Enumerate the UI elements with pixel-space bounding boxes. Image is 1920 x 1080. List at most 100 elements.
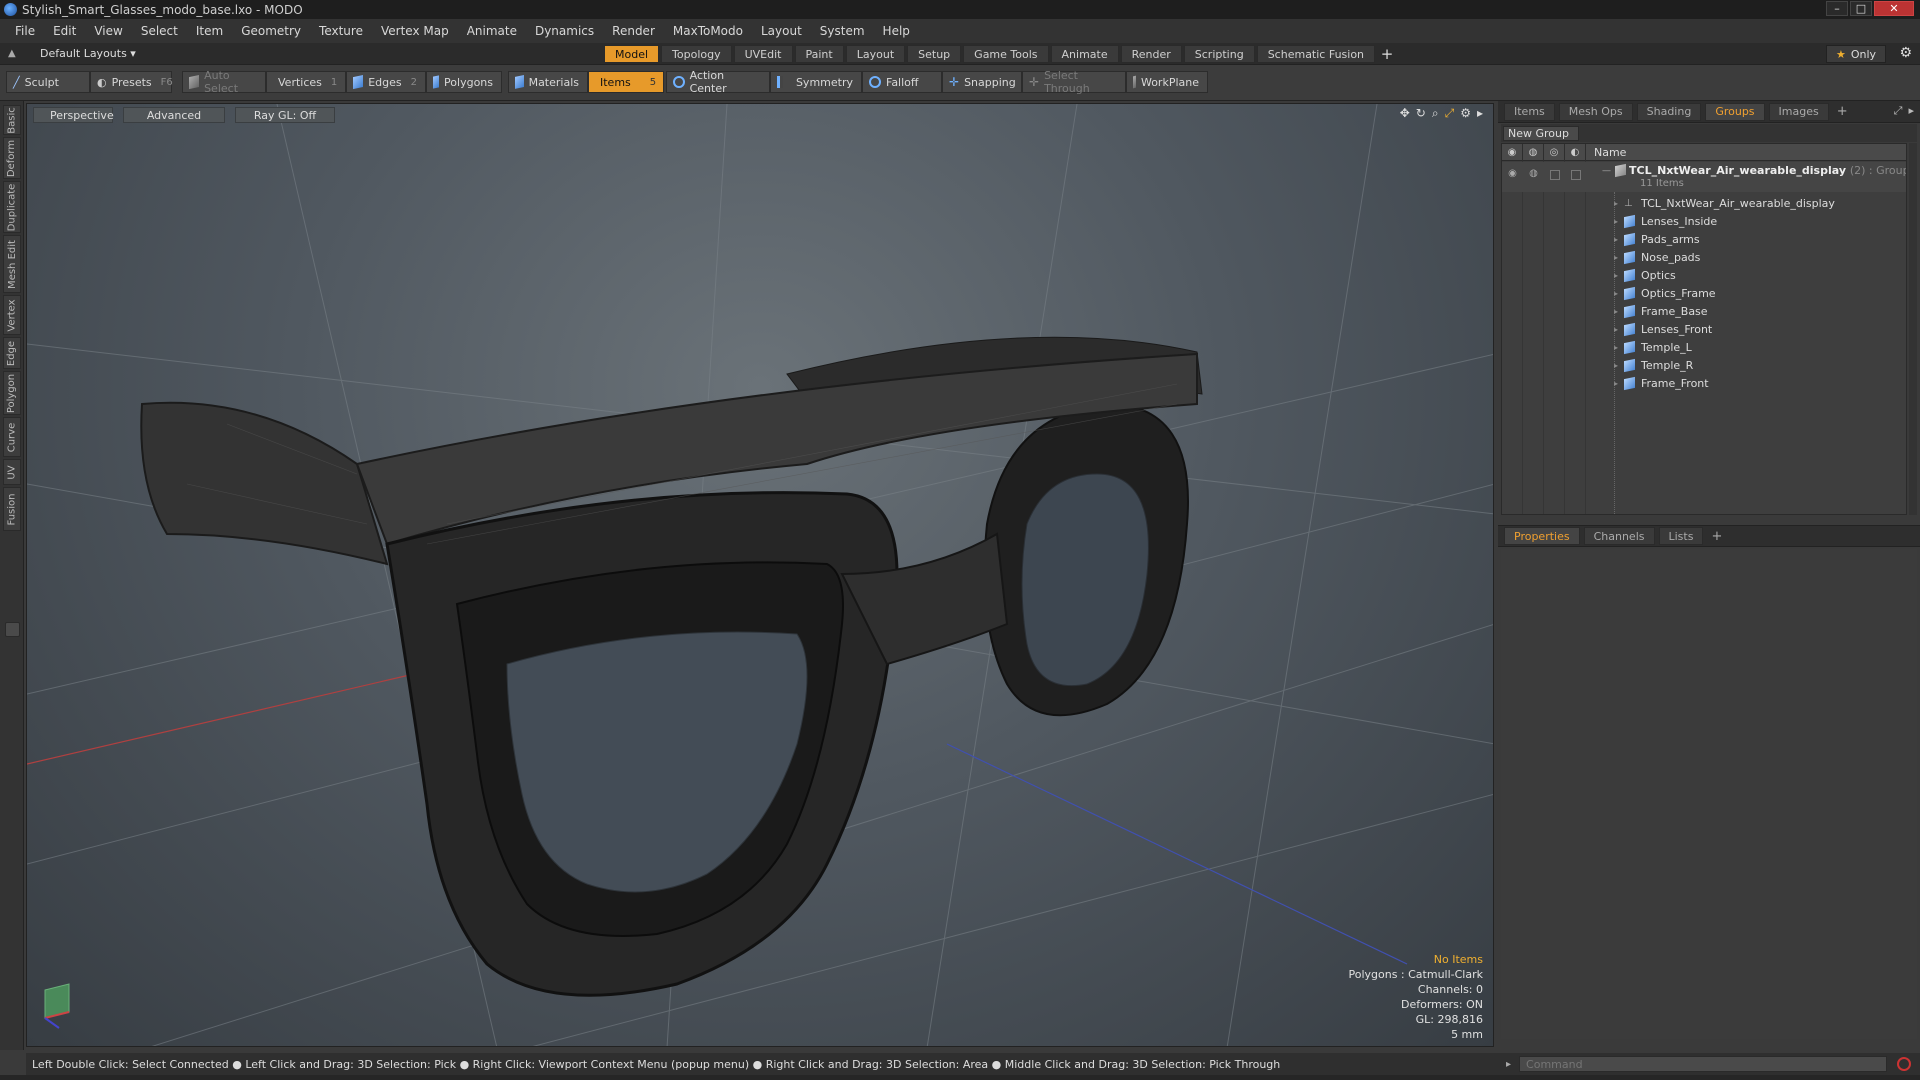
- tree-item[interactable]: ▸ Lenses_Inside: [1502, 212, 1906, 230]
- lock-column-icon[interactable]: ◎: [1544, 144, 1565, 161]
- rotate-icon[interactable]: ↻: [1416, 106, 1426, 121]
- expand-arrow-icon[interactable]: ▸: [1614, 307, 1618, 316]
- vtab-deform[interactable]: Deform: [3, 137, 21, 179]
- only-button[interactable]: ★ Only: [1826, 45, 1886, 63]
- menu-texture[interactable]: Texture: [310, 24, 372, 38]
- menu-animate[interactable]: Animate: [458, 24, 526, 38]
- sculpt-button[interactable]: ╱ Sculpt: [6, 71, 90, 93]
- vertices-button[interactable]: Vertices 1: [266, 71, 346, 93]
- menu-layout[interactable]: Layout: [752, 24, 811, 38]
- panel-tab-shading[interactable]: Shading: [1636, 102, 1702, 121]
- expand-arrow-icon[interactable]: ▸: [1614, 253, 1618, 262]
- new-group-button[interactable]: New Group: [1503, 125, 1579, 141]
- tab-setup[interactable]: Setup: [907, 45, 962, 63]
- panel-menu-icon[interactable]: ▸: [1908, 104, 1914, 118]
- menu-file[interactable]: File: [6, 24, 44, 38]
- gear-icon[interactable]: ⚙: [1899, 45, 1912, 61]
- vtab-polygon[interactable]: Polygon: [3, 371, 21, 415]
- vtab-uv[interactable]: UV: [3, 459, 21, 485]
- group-row[interactable]: ◉ ◍ — TCL_NxtWear_Air_wearable_display (…: [1502, 162, 1906, 192]
- menu-vertex-map[interactable]: Vertex Map: [372, 24, 458, 38]
- panel-tab-items[interactable]: Items: [1504, 102, 1555, 121]
- vtab-vertex[interactable]: Vertex: [3, 295, 21, 335]
- add-panel-tab-button[interactable]: +: [1833, 104, 1852, 119]
- prop-tab-properties[interactable]: Properties: [1504, 527, 1580, 545]
- menu-maxtomodo[interactable]: MaxToModo: [664, 24, 752, 38]
- menu-help[interactable]: Help: [874, 24, 919, 38]
- view-type-dropdown[interactable]: Perspective: [33, 107, 114, 123]
- maximize-button[interactable]: □: [1850, 1, 1872, 16]
- tree-item[interactable]: ▸ Frame_Front: [1502, 374, 1906, 392]
- tree-item[interactable]: ▸ Optics: [1502, 266, 1906, 284]
- menu-select[interactable]: Select: [132, 24, 187, 38]
- vtab-duplicate[interactable]: Duplicate: [3, 181, 21, 233]
- add-prop-tab-button[interactable]: +: [1707, 529, 1726, 544]
- vtab-basic[interactable]: Basic: [3, 105, 21, 135]
- vtab-edge[interactable]: Edge: [3, 337, 21, 369]
- fit-icon[interactable]: ⤢: [1445, 106, 1455, 121]
- expand-arrow-icon[interactable]: ▸: [1614, 379, 1618, 388]
- layout-collapse-icon[interactable]: ▲: [8, 48, 22, 59]
- layouts-dropdown[interactable]: Default Layouts ▾: [40, 47, 136, 60]
- polygons-button[interactable]: Polygons: [426, 71, 502, 93]
- expand-arrow-icon[interactable]: ▸: [1614, 325, 1618, 334]
- tab-paint[interactable]: Paint: [794, 45, 844, 63]
- tab-schematic-fusion[interactable]: Schematic Fusion: [1256, 45, 1376, 63]
- tree-item[interactable]: ▸ Nose_pads: [1502, 248, 1906, 266]
- menu-render[interactable]: Render: [603, 24, 664, 38]
- zoom-icon[interactable]: ⌕: [1432, 106, 1439, 121]
- symmetry-button[interactable]: Symmetry: [770, 71, 862, 93]
- tab-game-tools[interactable]: Game Tools: [963, 45, 1049, 63]
- panel-tab-images[interactable]: Images: [1768, 102, 1829, 121]
- raygl-toggle[interactable]: Ray GL: Off: [235, 107, 335, 123]
- select-toggle[interactable]: [1565, 168, 1586, 180]
- render-icon[interactable]: ◍: [1523, 168, 1544, 180]
- vtab-curve[interactable]: Curve: [3, 417, 21, 457]
- workplane-button[interactable]: WorkPlane: [1126, 71, 1208, 93]
- tree-item[interactable]: ▸ ⊥ TCL_NxtWear_Air_wearable_display: [1502, 194, 1906, 212]
- expand-arrow-icon[interactable]: ▸: [1614, 361, 1618, 370]
- select-through-button[interactable]: ✛ Select Through: [1022, 69, 1126, 95]
- presets-button[interactable]: ◐ Presets F6: [90, 71, 173, 93]
- falloff-button[interactable]: Falloff: [862, 71, 942, 93]
- tab-scripting[interactable]: Scripting: [1183, 45, 1255, 63]
- panel-tab-groups[interactable]: Groups: [1705, 102, 1765, 121]
- viewport-settings-icon[interactable]: ⚙: [1460, 106, 1471, 121]
- expand-arrow-icon[interactable]: ▸: [1614, 199, 1618, 208]
- select-checkbox[interactable]: [1570, 170, 1581, 180]
- materials-button[interactable]: Materials: [508, 71, 588, 93]
- items-button[interactable]: Items 5: [588, 71, 664, 93]
- viewport-menu-icon[interactable]: ▸: [1477, 106, 1483, 121]
- collapse-icon[interactable]: —: [1602, 166, 1611, 176]
- expand-arrow-icon[interactable]: ▸: [1614, 217, 1618, 226]
- 3d-viewport[interactable]: Perspective Advanced Ray GL: Off ✥ ↻ ⌕ ⤢…: [26, 103, 1494, 1047]
- edges-button[interactable]: Edges 2: [346, 71, 426, 93]
- tree-item[interactable]: ▸ Frame_Base: [1502, 302, 1906, 320]
- select-column-icon[interactable]: ◐: [1565, 144, 1586, 161]
- lock-toggle[interactable]: [1544, 168, 1565, 180]
- tab-render[interactable]: Render: [1120, 45, 1182, 63]
- menu-item[interactable]: Item: [187, 24, 232, 38]
- snapping-button[interactable]: ✛ Snapping: [942, 71, 1022, 93]
- menu-edit[interactable]: Edit: [44, 24, 85, 38]
- expand-arrow-icon[interactable]: ▸: [1614, 235, 1618, 244]
- command-input[interactable]: [1519, 1056, 1888, 1072]
- expand-arrow-icon[interactable]: ▸: [1614, 343, 1618, 352]
- tree-scrollbar[interactable]: [1909, 143, 1917, 515]
- shading-dropdown[interactable]: Advanced: [123, 107, 225, 123]
- stop-icon[interactable]: [1897, 1057, 1912, 1071]
- tree-item[interactable]: ▸ Pads_arms: [1502, 230, 1906, 248]
- tree-item[interactable]: ▸ Optics_Frame: [1502, 284, 1906, 302]
- action-center-button[interactable]: Action Center: [666, 69, 770, 95]
- tab-animate[interactable]: Animate: [1050, 45, 1119, 63]
- auto-select-button[interactable]: Auto Select: [182, 69, 266, 95]
- menu-dynamics[interactable]: Dynamics: [526, 24, 603, 38]
- vtab-mesh-edit[interactable]: Mesh Edit: [3, 235, 21, 293]
- visibility-column-icon[interactable]: ◉: [1502, 144, 1523, 161]
- prop-tab-lists[interactable]: Lists: [1658, 527, 1704, 545]
- menu-view[interactable]: View: [85, 24, 131, 38]
- prop-tab-channels[interactable]: Channels: [1583, 527, 1655, 545]
- add-tab-button[interactable]: +: [1377, 45, 1397, 63]
- menu-system[interactable]: System: [811, 24, 874, 38]
- tree-item[interactable]: ▸ Temple_L: [1502, 338, 1906, 356]
